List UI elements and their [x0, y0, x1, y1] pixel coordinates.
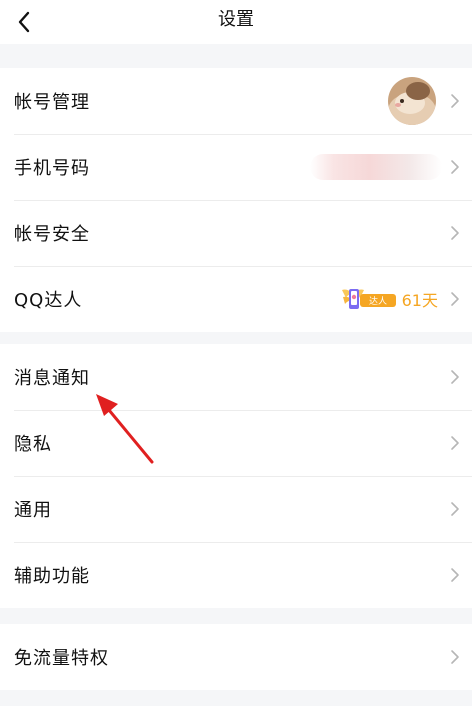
page-title: 设置 — [218, 9, 254, 30]
chevron-right-icon — [451, 436, 459, 450]
privacy-row[interactable]: 隐私 — [0, 410, 472, 476]
free-data-perk-row[interactable]: 免流量特权 — [0, 624, 472, 690]
qq-daren-row[interactable]: QQ达人 达人 61天 — [0, 266, 472, 332]
accessibility-row[interactable]: 辅助功能 — [0, 542, 472, 608]
svg-text:达人: 达人 — [369, 295, 387, 307]
phone-number-blurred — [310, 154, 442, 180]
row-label: 手机号码 — [14, 158, 90, 179]
account-security-row[interactable]: 帐号安全 — [0, 200, 472, 266]
row-label: 隐私 — [14, 434, 52, 455]
nav-bar: 设置 — [0, 0, 472, 44]
chevron-right-icon — [451, 502, 459, 516]
chevron-right-icon — [451, 370, 459, 384]
row-label: 通用 — [14, 500, 52, 521]
daren-status: 达人 61天 — [340, 284, 438, 314]
row-label: 消息通知 — [14, 368, 90, 389]
notification-row[interactable]: 消息通知 — [0, 344, 472, 410]
avatar — [388, 77, 436, 125]
row-label: QQ达人 — [14, 290, 83, 311]
perk-settings-group: 免流量特权 — [0, 624, 472, 690]
chevron-right-icon — [451, 568, 459, 582]
chevron-right-icon — [451, 94, 459, 108]
general-settings-group: 消息通知 隐私 通用 辅助功能 — [0, 344, 472, 608]
account-management-row[interactable]: 帐号管理 — [0, 68, 472, 134]
daren-days: 61天 — [401, 291, 438, 310]
chevron-right-icon — [451, 650, 459, 664]
daren-badge-icon: 达人 — [341, 289, 396, 309]
row-label: 辅助功能 — [14, 566, 90, 587]
account-settings-group: 帐号管理 手机号码 帐号安全 QQ达人 达人 61天 — [0, 68, 472, 332]
row-label: 帐号管理 — [14, 92, 90, 113]
chevron-right-icon — [451, 226, 459, 240]
general-row[interactable]: 通用 — [0, 476, 472, 542]
chevron-right-icon — [451, 292, 459, 306]
phone-number-row[interactable]: 手机号码 — [0, 134, 472, 200]
row-label: 帐号安全 — [14, 224, 90, 245]
row-label: 免流量特权 — [14, 648, 109, 669]
chevron-right-icon — [451, 160, 459, 174]
